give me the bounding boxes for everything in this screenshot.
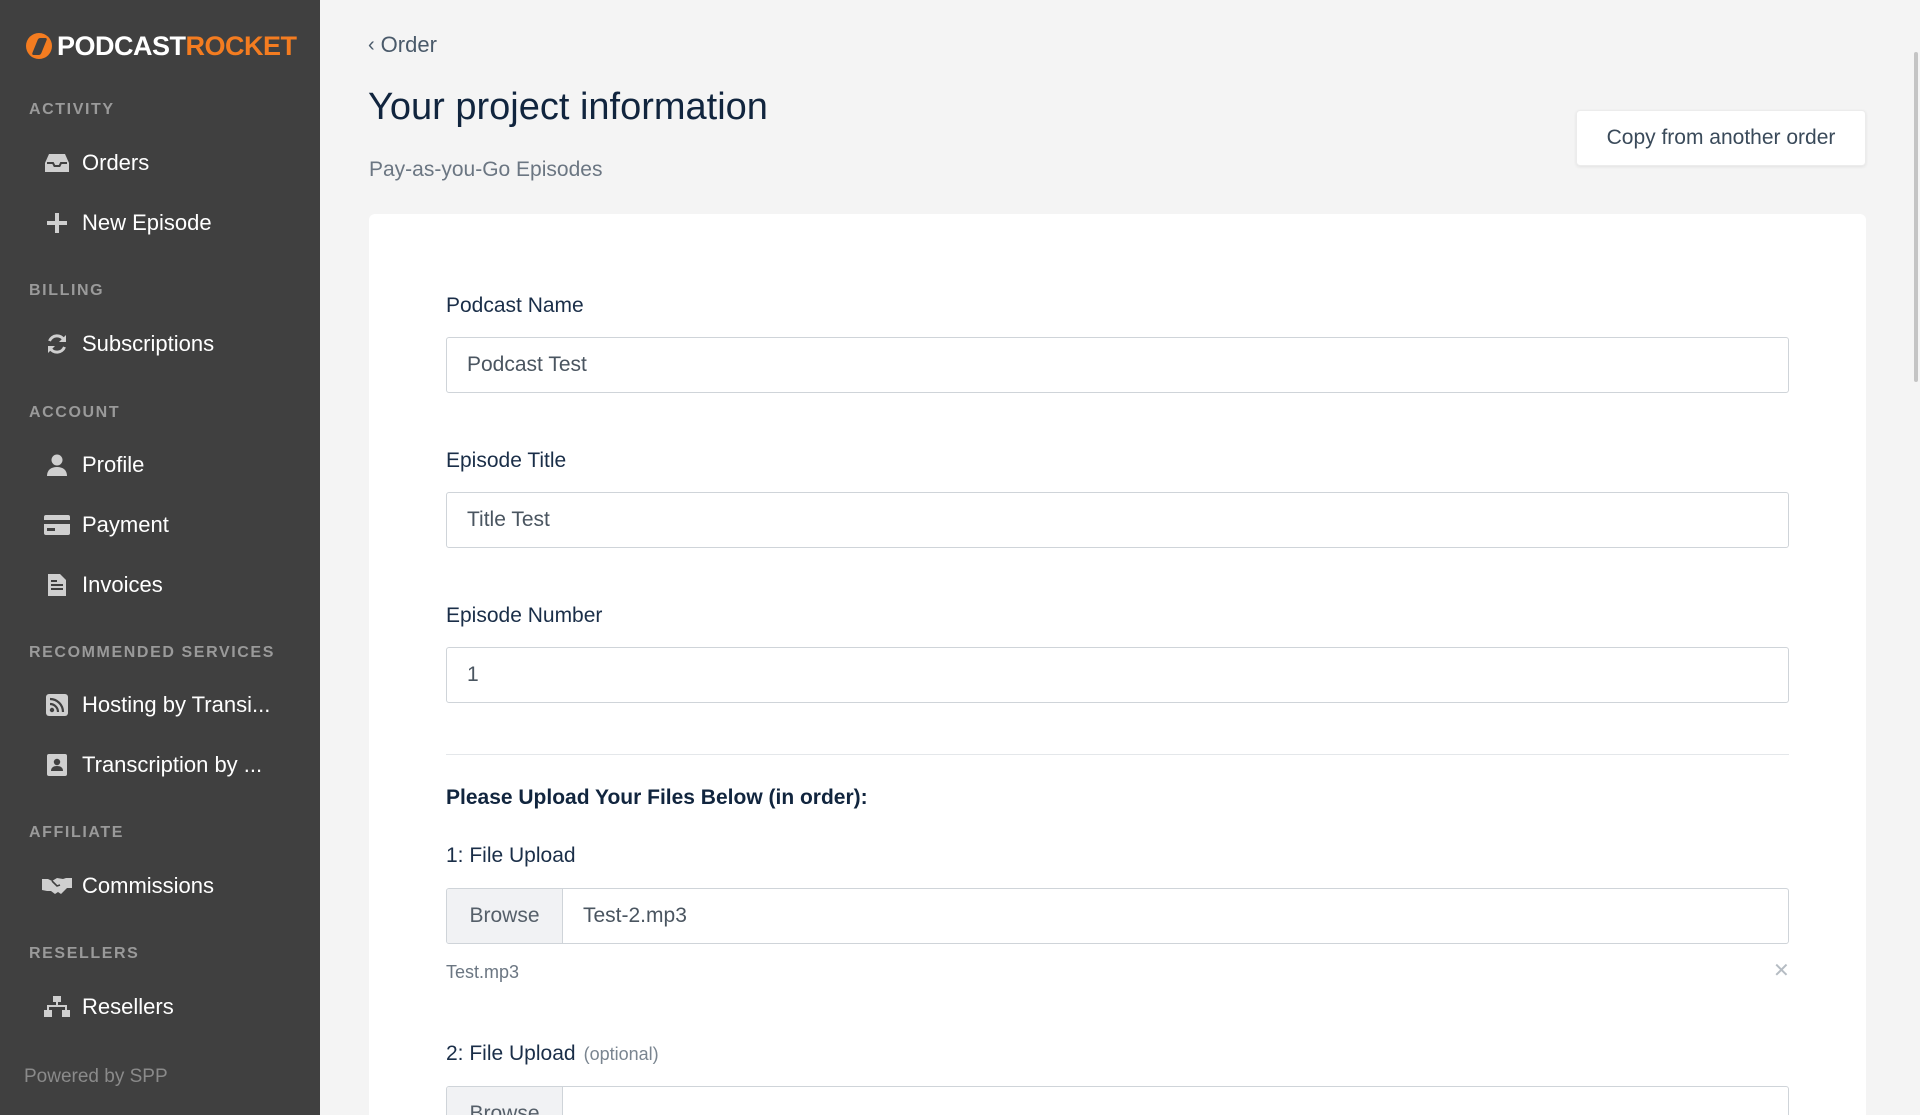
file-upload-1: Browse Test-2.mp3 (446, 888, 1789, 944)
rss-icon (42, 691, 72, 719)
sidebar-item-label: Transcription by ... (82, 752, 263, 777)
page-title: Your project information (368, 86, 768, 128)
uploaded-file-name: Test.mp3 (446, 962, 520, 982)
project-form-card: Podcast Name Podcast Test Episode Title … (369, 214, 1866, 1115)
podcast-name-label: Podcast Name (446, 294, 584, 317)
episode-title-label: Episode Title (446, 449, 567, 472)
episode-title-input[interactable]: Title Test (446, 492, 1789, 548)
browse-button[interactable]: Browse (447, 1087, 563, 1115)
rocket-logo-icon (26, 33, 52, 59)
document-icon (42, 571, 72, 599)
file-upload-2-label-text: 2: File Upload (446, 1042, 576, 1065)
inbox-icon (42, 149, 72, 177)
sidebar-item-payment[interactable]: Payment (0, 500, 320, 550)
sidebar-item-label: Subscriptions (82, 331, 215, 356)
episode-number-label: Episode Number (446, 604, 603, 627)
remove-file-close-icon[interactable]: ✕ (1773, 958, 1790, 983)
sidebar-item-transcription[interactable]: Transcription by ... (0, 740, 320, 790)
logo-text: PODCASTROCKET (57, 30, 297, 61)
sidebar-item-label: Profile (82, 452, 145, 477)
contact-book-icon (42, 751, 72, 779)
podcast-name-input[interactable]: Podcast Test (446, 337, 1789, 393)
file-upload-2: Browse (446, 1086, 1789, 1115)
sidebar-item-label: Orders (82, 150, 150, 175)
powered-by[interactable]: Powered by SPP (24, 1066, 168, 1088)
section-recommended: RECOMMENDED SERVICES (29, 644, 275, 661)
upload-heading: Please Upload Your Files Below (in order… (446, 786, 868, 809)
sidebar-item-new-episode[interactable]: New Episode (0, 198, 320, 248)
credit-card-icon (42, 511, 72, 539)
sidebar-item-label: Invoices (82, 572, 163, 597)
user-icon (42, 451, 72, 479)
divider (446, 754, 1789, 755)
sidebar-item-commissions[interactable]: Commissions (0, 861, 320, 911)
plus-icon (42, 209, 72, 237)
sidebar-item-invoices[interactable]: Invoices (0, 560, 320, 610)
sitemap-icon (42, 993, 72, 1021)
file-upload-2-filename[interactable] (563, 1087, 1788, 1115)
section-activity: ACTIVITY (29, 101, 115, 118)
sidebar-item-label: Resellers (82, 994, 174, 1019)
file-upload-1-label: 1: File Upload (446, 844, 576, 867)
back-link-label: Order (380, 32, 437, 57)
chevron-left-icon: ‹ (368, 33, 375, 56)
sidebar-item-profile[interactable]: Profile (0, 440, 320, 490)
scrollbar-thumb[interactable] (1914, 52, 1918, 382)
browse-button[interactable]: Browse (447, 889, 563, 943)
sidebar-item-hosting[interactable]: Hosting by Transi... (0, 680, 320, 730)
sidebar-item-label: New Episode (82, 210, 212, 235)
page-subtitle: Pay-as-you-Go Episodes (369, 158, 603, 181)
sidebar-item-resellers[interactable]: Resellers (0, 982, 320, 1032)
refresh-icon (42, 330, 72, 358)
back-to-order-link[interactable]: ‹ Order (368, 32, 437, 58)
section-resellers: RESELLERS (29, 945, 140, 962)
sidebar-item-orders[interactable]: Orders (0, 138, 320, 188)
sidebar-item-label: Commissions (82, 873, 215, 898)
logo[interactable]: PODCASTROCKET (26, 30, 297, 62)
sidebar: PODCASTROCKET ACTIVITY Orders New Episod… (0, 0, 320, 1115)
section-affiliate: AFFILIATE (29, 824, 124, 841)
sidebar-item-label: Payment (82, 512, 169, 537)
file-upload-1-filename[interactable]: Test-2.mp3 (563, 889, 1788, 943)
optional-tag: (optional) (583, 1044, 659, 1064)
handshake-icon (42, 872, 72, 900)
sidebar-item-subscriptions[interactable]: Subscriptions (0, 319, 320, 369)
copy-from-another-order-button[interactable]: Copy from another order (1576, 110, 1866, 166)
episode-number-input[interactable]: 1 (446, 647, 1789, 703)
section-account: ACCOUNT (29, 404, 121, 421)
sidebar-item-label: Hosting by Transi... (82, 692, 271, 717)
file-upload-2-label: 2: File Upload (optional) (446, 1042, 659, 1066)
section-billing: BILLING (29, 282, 105, 299)
